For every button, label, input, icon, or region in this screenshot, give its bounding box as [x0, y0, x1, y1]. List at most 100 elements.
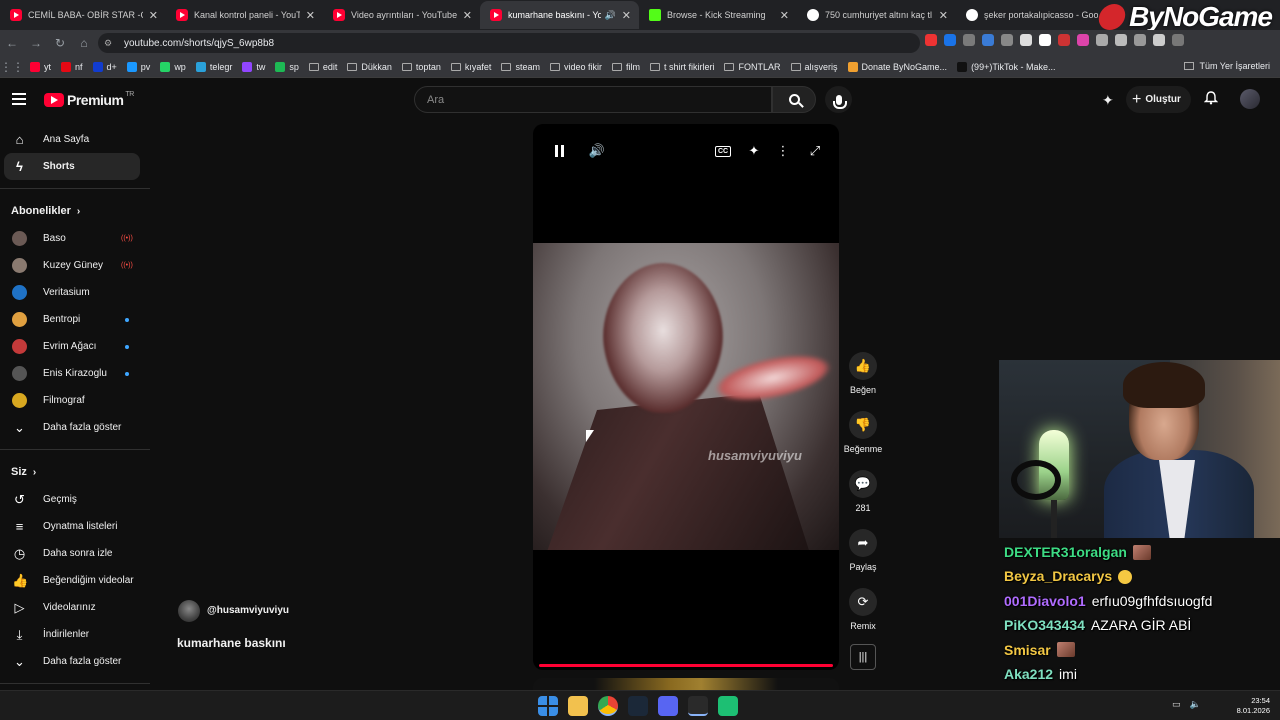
sidebar-item-you[interactable]: 👍 Beğendiğim videolar: [0, 567, 150, 594]
sidebar-item-shorts[interactable]: ϟ Shorts: [4, 153, 140, 180]
sidebar-item-you[interactable]: ≡ Oynatma listeleri: [0, 513, 150, 540]
browser-tab[interactable]: Browse - Kick Streaming ✕: [639, 1, 797, 29]
bookmark-item[interactable]: (99+)TikTok - Make...: [957, 61, 1056, 72]
dislike-button[interactable]: 👎 Beğenme: [843, 411, 883, 454]
network-icon[interactable]: ▭: [1172, 699, 1181, 710]
bookmark-item[interactable]: t shirt fikirleri: [649, 62, 714, 72]
bookmark-item[interactable]: sp: [275, 61, 299, 72]
bookmark-item[interactable]: alışveriş: [790, 62, 838, 72]
you-header[interactable]: Siz ›: [0, 458, 150, 486]
apps-grid-icon[interactable]: ⋮⋮: [0, 60, 24, 74]
discord-icon[interactable]: [658, 696, 678, 716]
notifications-bell-icon[interactable]: [1204, 91, 1218, 105]
search-input[interactable]: Ara: [414, 86, 772, 113]
bookmark-item[interactable]: Dükkan: [347, 62, 392, 72]
extension-icon[interactable]: [1020, 34, 1032, 46]
bookmark-item[interactable]: edit: [308, 62, 337, 72]
bookmark-item[interactable]: telegr: [195, 61, 232, 72]
sidebar-subscription[interactable]: Baso ((•)): [0, 225, 150, 252]
captions-button[interactable]: CC: [713, 141, 733, 161]
channel-avatar[interactable]: [178, 600, 200, 622]
search-button[interactable]: [772, 86, 816, 113]
speaker-icon[interactable]: 🔊: [605, 10, 616, 21]
browser-tab[interactable]: Video ayrıntıları - YouTube Stu ✕: [323, 1, 480, 29]
video-progress-bar[interactable]: [539, 664, 833, 667]
browser-tab[interactable]: CEMİL BABA- OBİR STAR -CAN ✕: [0, 1, 166, 29]
extension-icon[interactable]: [982, 34, 994, 46]
back-arrow-icon[interactable]: ←: [0, 36, 24, 50]
cast-icon[interactable]: ✦: [1102, 92, 1114, 109]
extension-icon[interactable]: [1134, 34, 1146, 46]
sidebar-item-you[interactable]: ⤓ İndirilenler: [0, 621, 150, 648]
bookmark-item[interactable]: FONTLAR: [724, 62, 781, 72]
sidebar-subscription[interactable]: Kuzey Güney ((•)): [0, 252, 150, 279]
close-tab-icon[interactable]: ✕: [149, 9, 158, 22]
browser-tab[interactable]: şeker portakalıpicasso - Googl: [956, 1, 1106, 29]
bookmark-item[interactable]: toptan: [401, 62, 441, 72]
sidebar-item-you[interactable]: ◷ Daha sonra izle: [0, 540, 150, 567]
sound-wave-icon[interactable]: |||: [850, 644, 876, 670]
voice-search-button[interactable]: [825, 86, 852, 113]
share-button[interactable]: ➦ Paylaş: [843, 529, 883, 572]
hamburger-menu-icon[interactable]: [12, 93, 26, 105]
all-bookmarks[interactable]: Tüm Yer İşaretleri: [1184, 61, 1270, 71]
sidebar-subscription[interactable]: Filmograf: [0, 387, 150, 414]
close-tab-icon[interactable]: ✕: [463, 9, 472, 22]
obs-icon[interactable]: [688, 696, 708, 716]
home-icon[interactable]: ⌂: [72, 36, 96, 50]
close-tab-icon[interactable]: ✕: [780, 9, 789, 22]
file-explorer-icon[interactable]: [568, 696, 588, 716]
account-avatar[interactable]: [1240, 89, 1260, 109]
youtube-premium-logo[interactable]: Premium TR: [44, 91, 134, 108]
bookmark-item[interactable]: steam: [501, 62, 540, 72]
extension-icon[interactable]: [1058, 34, 1070, 46]
app-icon[interactable]: [718, 696, 738, 716]
bookmark-item[interactable]: kıyafet: [450, 62, 491, 72]
subscriptions-header[interactable]: Abonelikler ›: [0, 197, 150, 225]
bookmark-item[interactable]: wp: [160, 61, 186, 72]
extension-icon[interactable]: [963, 34, 975, 46]
shorts-player[interactable]: 🔊 CC ✦ ⋮ ⤢ husamviyuviyu: [533, 124, 839, 670]
sidebar-subscription[interactable]: ⌄ Daha fazla göster: [0, 414, 150, 441]
speaker-icon[interactable]: 🔈: [1190, 699, 1201, 710]
sidebar-subscription[interactable]: Veritasium: [0, 279, 150, 306]
browser-tab[interactable]: kumarhane baskını - YouTu 🔊 ✕: [480, 1, 639, 29]
clock[interactable]: 23:54 8.01.2026: [1230, 696, 1270, 716]
volume-icon[interactable]: 🔊: [587, 141, 607, 161]
sidebar-item-ana-sayfa[interactable]: ⌂ Ana Sayfa: [0, 126, 150, 153]
close-tab-icon[interactable]: ✕: [622, 9, 631, 22]
site-info-icon[interactable]: ⚙: [104, 38, 118, 49]
close-tab-icon[interactable]: ✕: [939, 9, 948, 22]
bookmark-item[interactable]: nf: [61, 61, 83, 72]
bookmark-item[interactable]: yt: [30, 61, 51, 72]
comments-button[interactable]: 💬 281: [843, 470, 883, 513]
cast-icon[interactable]: ✦: [744, 141, 764, 161]
windows-start-icon[interactable]: [538, 696, 558, 716]
sidebar-item-you[interactable]: ⌄ Daha fazla göster: [0, 648, 150, 675]
bookmark-item[interactable]: pv: [126, 61, 150, 72]
sidebar-item-you[interactable]: ↺ Geçmiş: [0, 486, 150, 513]
remix-button[interactable]: ⟳ Remix: [843, 588, 883, 631]
extension-icon[interactable]: [925, 34, 937, 46]
bookmark-item[interactable]: d+: [92, 61, 117, 72]
browser-tab[interactable]: Kanal kontrol paneli - YouTube ✕: [166, 1, 323, 29]
extension-icon[interactable]: [1115, 34, 1127, 46]
sidebar-subscription[interactable]: Evrim Ağacı: [0, 333, 150, 360]
bookmark-item[interactable]: film: [611, 62, 640, 72]
browser-tab[interactable]: 750 cumhuriyet altını kaç tl - G ✕: [797, 1, 956, 29]
forward-arrow-icon[interactable]: →: [24, 36, 48, 50]
fullscreen-icon[interactable]: ⤢: [805, 141, 825, 161]
reload-icon[interactable]: ↻: [48, 36, 72, 50]
video-frame[interactable]: husamviyuviyu: [533, 243, 839, 550]
channel-handle[interactable]: @husamviyuviyu: [207, 605, 289, 616]
close-tab-icon[interactable]: ✕: [306, 9, 315, 22]
chrome-icon[interactable]: [598, 696, 618, 716]
extension-icon[interactable]: [944, 34, 956, 46]
bookmark-item[interactable]: tw: [242, 61, 265, 72]
steam-icon[interactable]: [628, 696, 648, 716]
pause-button[interactable]: [549, 141, 569, 161]
extension-icon[interactable]: [1039, 34, 1051, 46]
extension-icon[interactable]: [1172, 34, 1184, 46]
like-button[interactable]: 👍 Beğen: [843, 352, 883, 395]
extension-icon[interactable]: [1001, 34, 1013, 46]
